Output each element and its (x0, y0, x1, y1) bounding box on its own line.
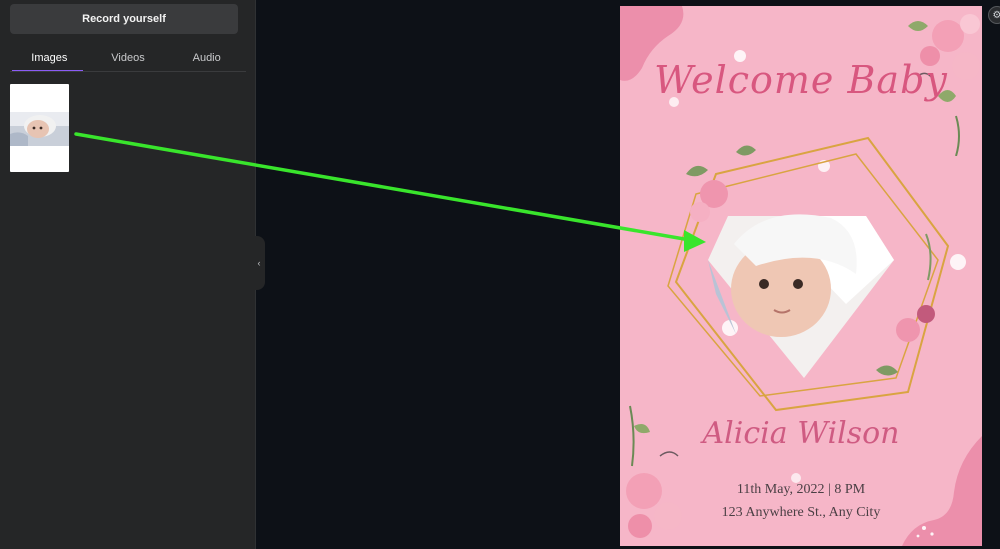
tab-audio-label: Audio (192, 52, 221, 64)
uploaded-image-thumbnail[interactable] (10, 84, 69, 172)
tab-videos[interactable]: Videos (89, 44, 168, 72)
tab-audio[interactable]: Audio (167, 44, 246, 72)
baby-photo-thumbnail (10, 112, 69, 146)
baby-name: Alicia Wilson (702, 416, 900, 451)
event-address: 123 Anywhere St., Any City (721, 505, 881, 520)
chevron-left-icon: ‹ (257, 258, 261, 268)
tab-images[interactable]: Images (10, 44, 89, 72)
invitation-design[interactable]: Welcome Baby Alicia Wilson 11th May, 202 (620, 6, 982, 546)
invitation-title: Welcome Baby (654, 58, 948, 102)
panel-collapse-handle[interactable]: ‹ (253, 236, 265, 290)
editor-workspace: Record yourself Images Videos Audio ‹ We… (0, 0, 1000, 549)
tab-videos-label: Videos (111, 52, 145, 64)
tab-images-label: Images (31, 52, 68, 64)
tabs-divider (10, 71, 246, 72)
event-date: 11th May, 2022 | 8 PM (736, 482, 866, 497)
record-yourself-label: Record yourself (82, 13, 166, 25)
record-yourself-button[interactable]: Record yourself (10, 4, 238, 34)
uploads-panel: Record yourself Images Videos Audio (0, 0, 256, 549)
media-tabs: Images Videos Audio (10, 44, 246, 72)
photo-frame (667, 136, 950, 412)
settings-icon[interactable]: ⚙ (988, 6, 1000, 24)
